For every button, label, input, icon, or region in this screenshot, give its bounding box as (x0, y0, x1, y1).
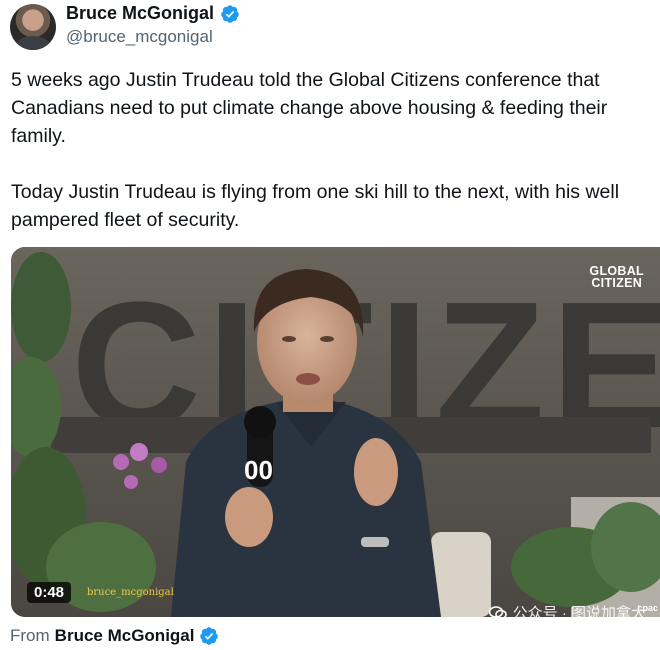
from-author-link[interactable]: Bruce McGonigal (55, 626, 195, 646)
tweet-paragraph: Today Justin Trudeau is flying from one … (11, 181, 620, 231)
overlay-handle: bruce_mcgonigal (87, 587, 174, 598)
tweet-card: Bruce McGonigal @bruce_mcgonigal 5 weeks… (0, 0, 660, 650)
logo-line2: CITIZEN (591, 276, 643, 290)
from-attribution: From Bruce McGonigal (10, 626, 219, 646)
video-frame: CITIZEN (11, 247, 660, 617)
author-name-row: Bruce McGonigal (66, 3, 240, 24)
chat-bubbles-icon (488, 605, 507, 617)
platform-watermark: 公众号 · 图说加拿大 (488, 602, 646, 617)
verified-badge-icon (221, 4, 239, 23)
mic-label: 00 (244, 455, 273, 485)
verified-badge-icon (200, 627, 219, 645)
platform-watermark-text: 公众号 · 图说加拿大 (512, 605, 646, 617)
global-citizen-logo: GLOBAL CITIZEN (589, 265, 644, 290)
from-label: From (10, 626, 50, 645)
author-avatar[interactable] (10, 4, 56, 50)
video-player[interactable]: CITIZEN (11, 247, 660, 617)
author-name[interactable]: Bruce McGonigal (66, 3, 214, 24)
tweet-text: 5 weeks ago Justin Trudeau told the Glob… (11, 66, 651, 234)
tweet-paragraph: 5 weeks ago Justin Trudeau told the Glob… (11, 69, 608, 147)
author-handle[interactable]: @bruce_mcgonigal (66, 27, 213, 47)
video-duration: 0:48 (27, 582, 72, 603)
